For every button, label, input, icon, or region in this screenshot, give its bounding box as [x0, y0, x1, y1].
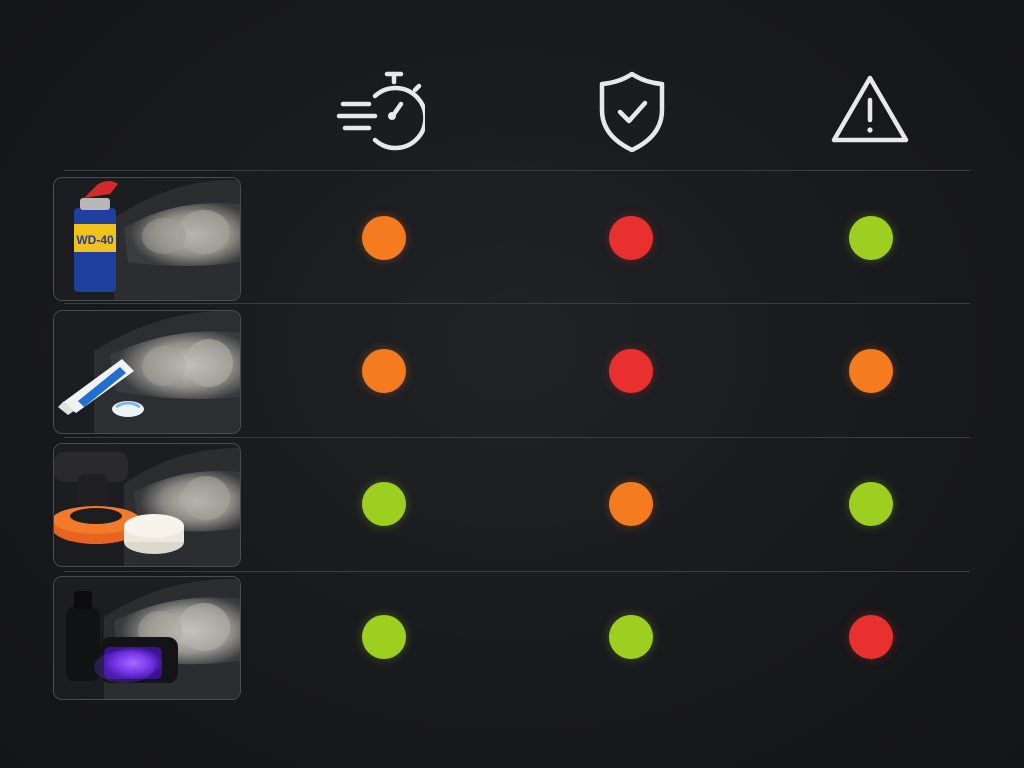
- divider: [64, 437, 970, 438]
- method-row-toothpaste: [0, 309, 1024, 435]
- rating-speed: [362, 216, 406, 260]
- method-row-wd40: WD-40: [0, 176, 1024, 302]
- column-header: [0, 60, 1024, 160]
- rating-risk: [849, 615, 893, 659]
- rating-speed: [362, 482, 406, 526]
- stopwatch-speed-icon: [335, 66, 425, 156]
- rating-risk: [849, 216, 893, 260]
- rating-risk: [849, 482, 893, 526]
- divider: [64, 303, 970, 304]
- rating-risk: [849, 349, 893, 393]
- shield-check-icon: [587, 66, 677, 156]
- svg-text:WD-40: WD-40: [76, 233, 114, 247]
- rating-safety: [609, 482, 653, 526]
- method-row-polisher: [0, 442, 1024, 568]
- polisher-pads-headlight-image: [53, 443, 241, 567]
- rating-safety: [609, 216, 653, 260]
- toothpaste-headlight-image: [53, 310, 241, 434]
- divider: [64, 170, 970, 171]
- rating-speed: [362, 349, 406, 393]
- method-row-uv-coating: [0, 575, 1024, 701]
- uv-coating-lamp-headlight-image: [53, 576, 241, 700]
- warning-triangle-icon: [825, 66, 915, 156]
- rating-speed: [362, 615, 406, 659]
- wd40-spray-can-headlight-image: WD-40: [53, 177, 241, 301]
- rating-safety: [609, 349, 653, 393]
- divider: [64, 571, 970, 572]
- rating-safety: [609, 615, 653, 659]
